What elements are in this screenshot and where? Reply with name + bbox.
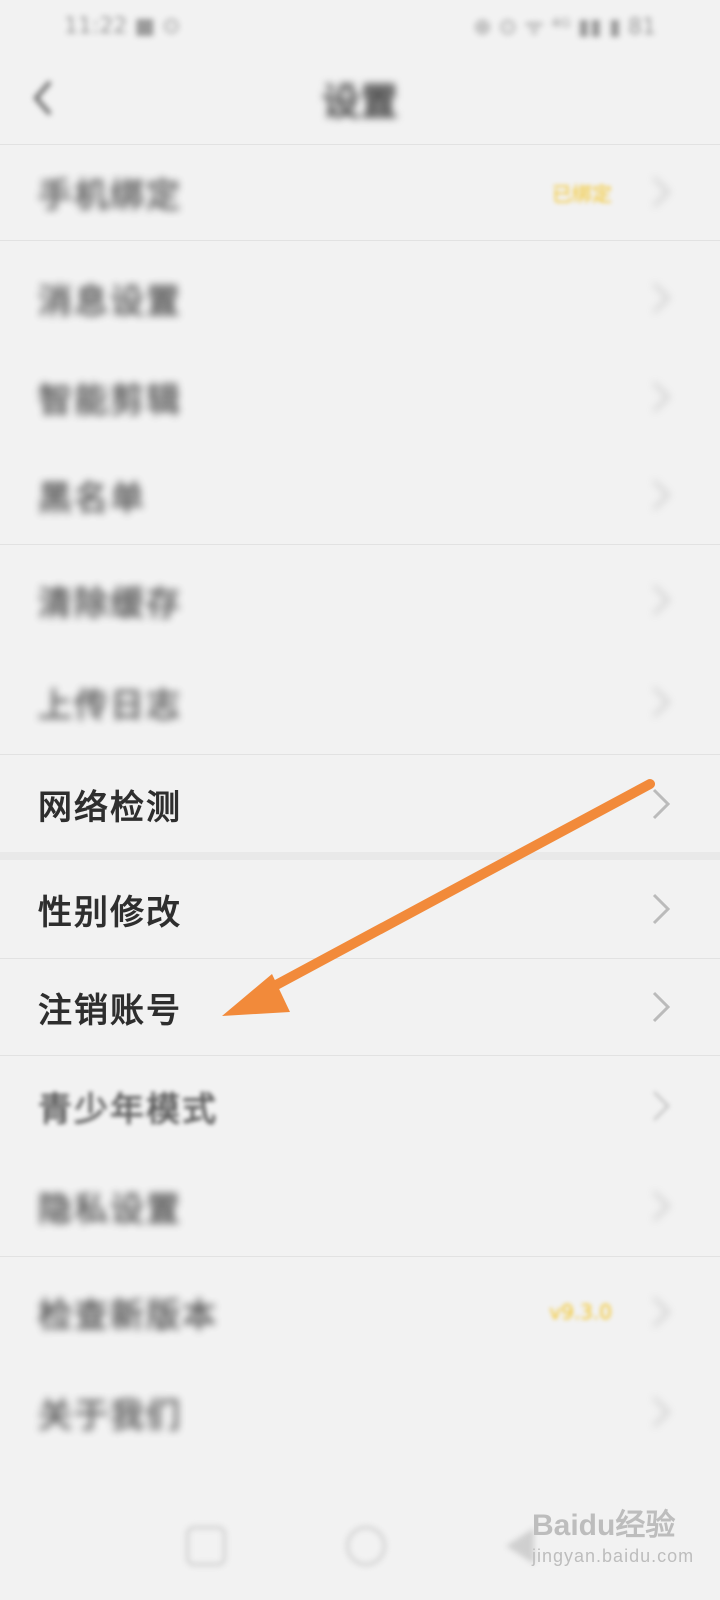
- annotation-arrow: [222, 779, 655, 1016]
- arrow-shaft: [247, 779, 655, 1003]
